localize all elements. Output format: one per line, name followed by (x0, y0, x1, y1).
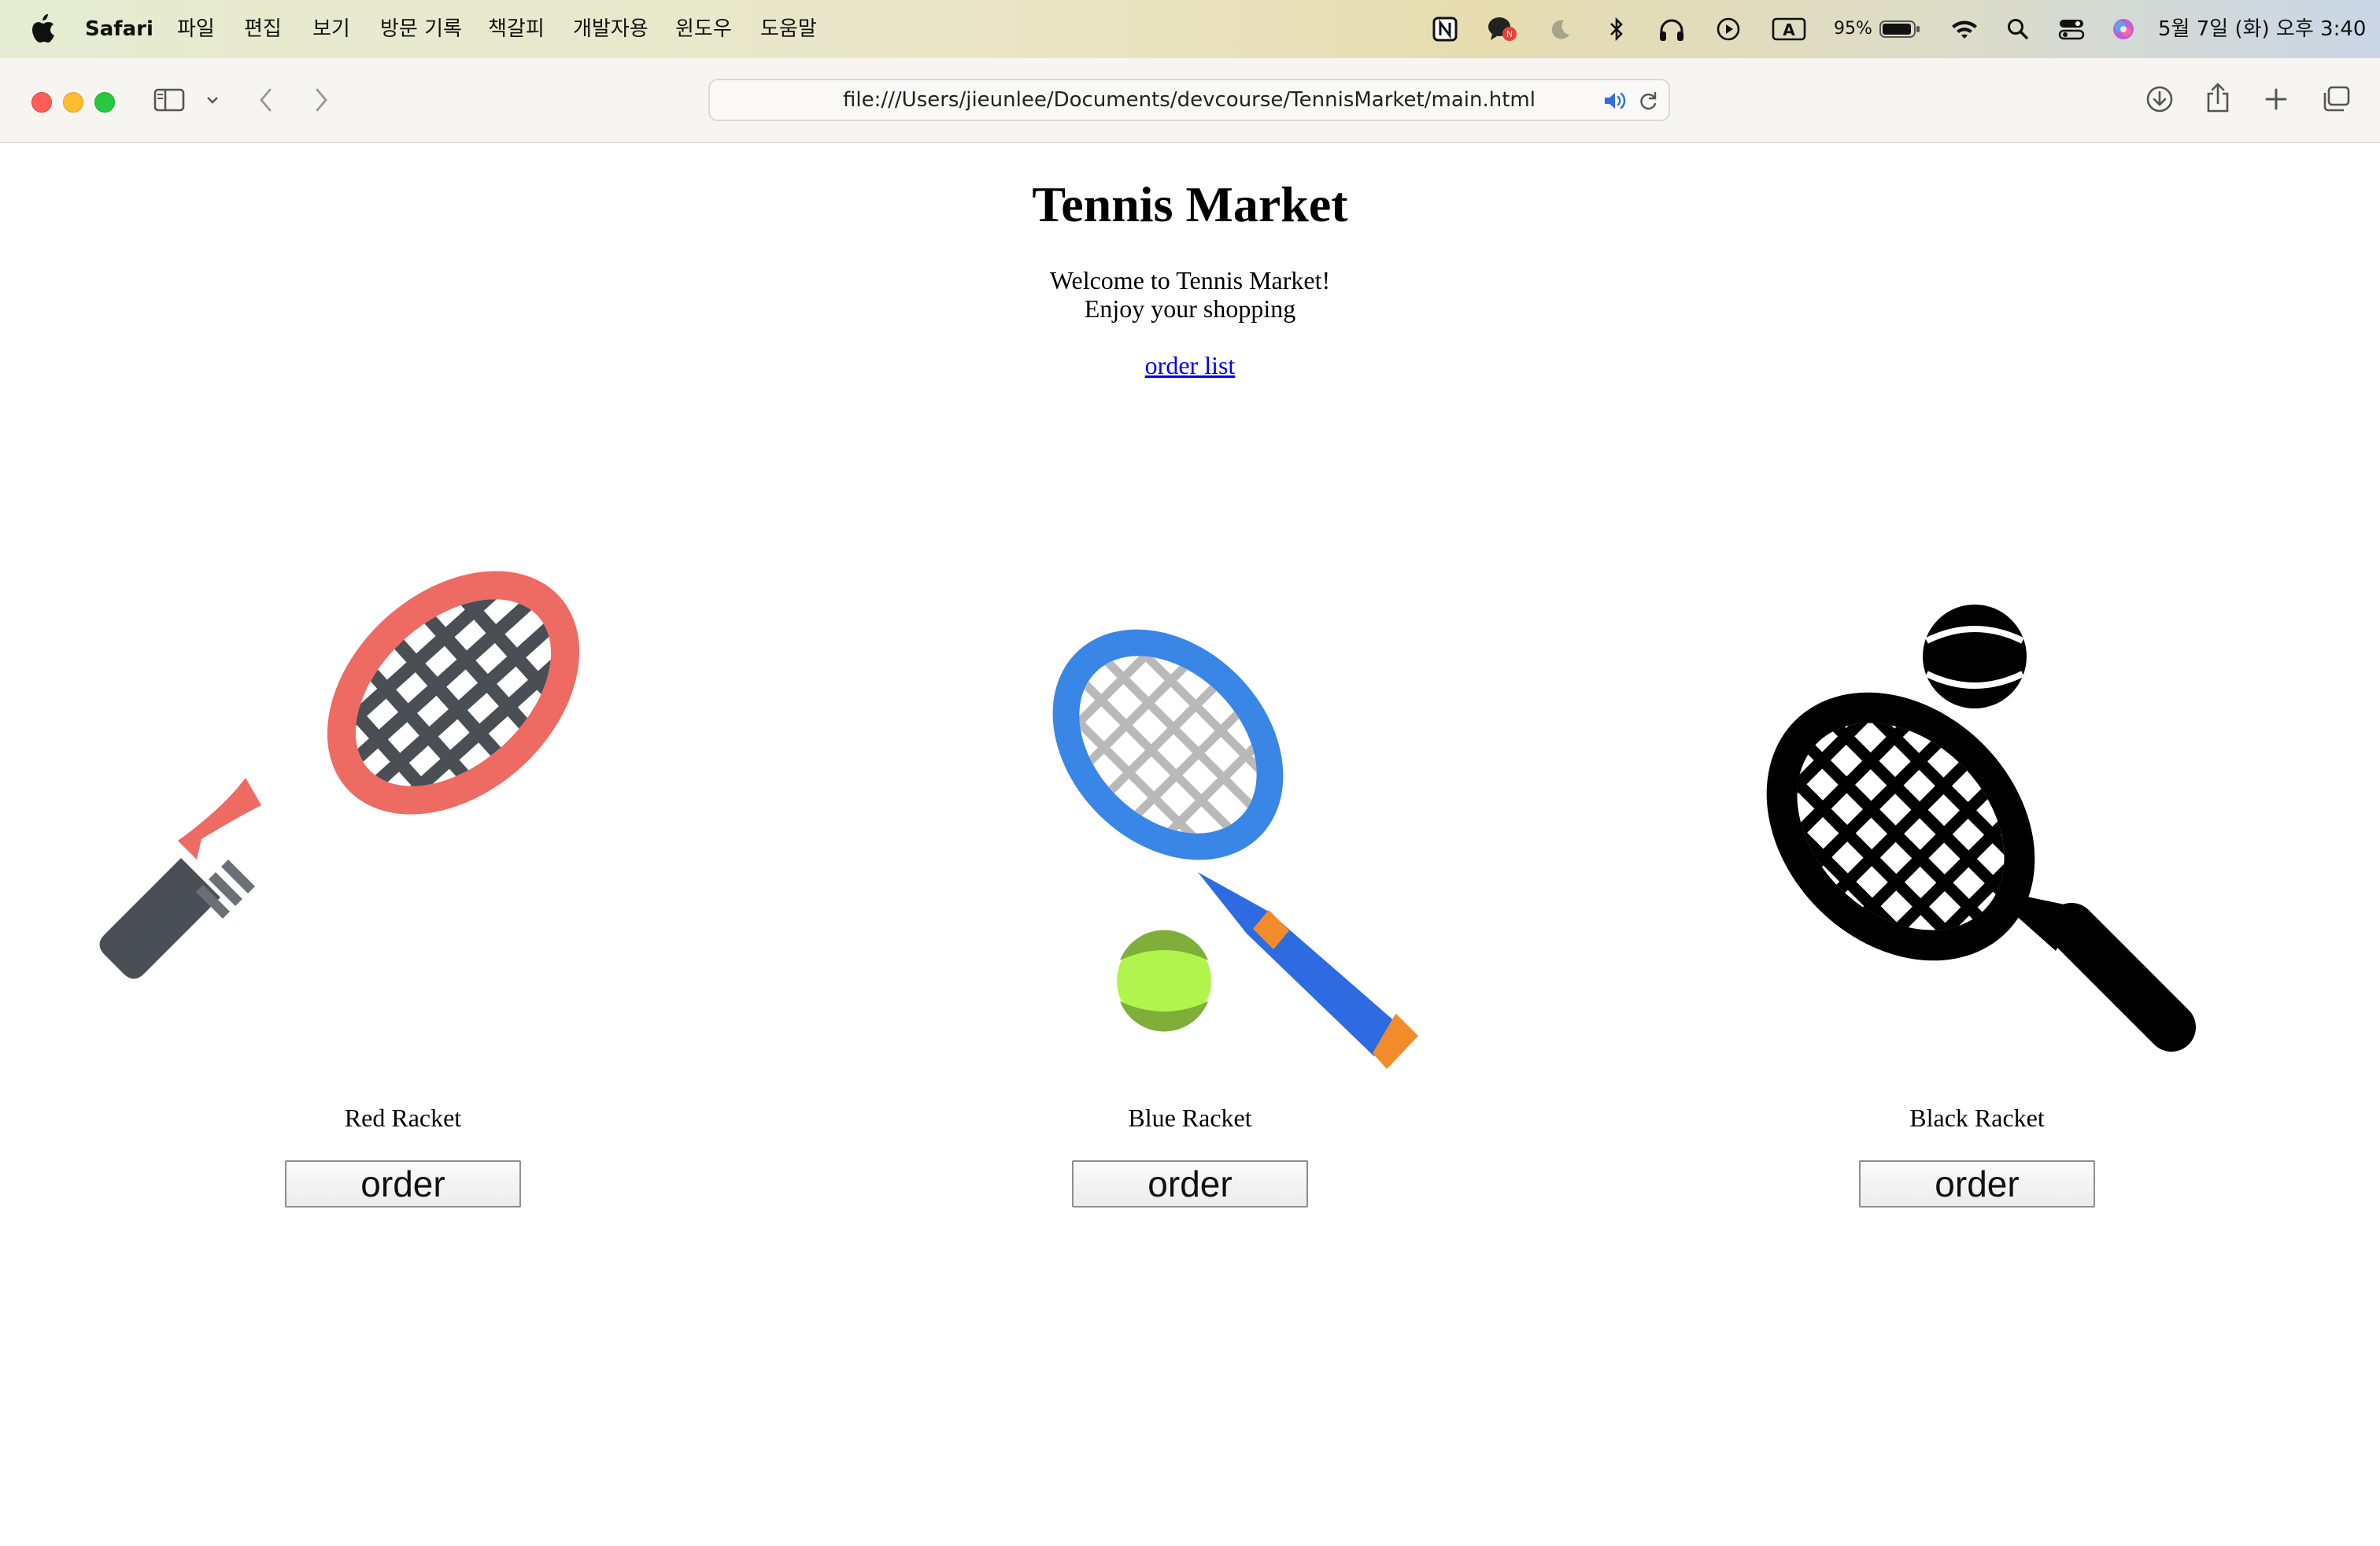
menu-window[interactable]: 윈도우 (675, 16, 732, 43)
order-button-red[interactable]: order (285, 1160, 521, 1208)
spotlight-search-icon[interactable] (2004, 14, 2032, 44)
headphones-icon[interactable] (1656, 14, 1687, 44)
red-racket-image[interactable] (9, 447, 796, 1093)
svg-text:A: A (1783, 20, 1795, 39)
menu-develop[interactable]: 개발자용 (573, 16, 649, 43)
order-list-link[interactable]: order list (1145, 351, 1236, 379)
subtitle-text: Enjoy your shopping (1084, 294, 1296, 323)
close-window-button[interactable] (31, 92, 52, 113)
zoom-window-button[interactable] (94, 92, 115, 113)
menu-safari[interactable]: Safari (85, 16, 153, 43)
back-icon[interactable] (250, 83, 282, 117)
menu-help[interactable]: 도움말 (760, 16, 817, 43)
tabs-overview-icon[interactable] (2317, 82, 2355, 117)
chevron-down-icon[interactable] (201, 87, 224, 113)
sidebar-icon[interactable] (151, 82, 187, 118)
input-method-icon[interactable]: A (1771, 14, 1807, 44)
menu-edit[interactable]: 편집 (244, 16, 282, 43)
product-name: Black Racket (1909, 1104, 2045, 1132)
address-bar[interactable]: file:///Users/jieunlee/Documents/devcour… (708, 79, 1670, 121)
moon-icon[interactable] (1544, 14, 1576, 44)
play-icon[interactable] (1713, 14, 1744, 44)
order-button-blue[interactable]: order (1072, 1160, 1308, 1208)
siri-icon[interactable] (2108, 14, 2139, 44)
download-icon[interactable] (2142, 82, 2177, 117)
svg-text:N: N (1506, 29, 1513, 39)
forward-icon[interactable] (305, 83, 337, 117)
share-icon[interactable] (2201, 79, 2235, 117)
product-card-red: Red Racket order (9, 447, 796, 1219)
order-button-black[interactable]: order (1859, 1160, 2095, 1208)
wifi-icon[interactable] (1949, 14, 1980, 44)
battery-icon[interactable] (1878, 14, 1922, 44)
url-text[interactable]: file:///Users/jieunlee/Documents/devcour… (710, 80, 1669, 120)
blue-racket-image[interactable] (796, 447, 1584, 1093)
product-card-blue: Blue Racket order (796, 447, 1584, 1219)
black-racket-image[interactable] (1584, 447, 2371, 1093)
speaker-icon[interactable] (1602, 89, 1626, 113)
product-card-black: Black Racket order (1584, 447, 2371, 1219)
menu-bar: Safari 파일 편집 보기 방문 기록 책갈피 개발자용 윈도우 도움말 N… (0, 0, 2380, 58)
web-page: Tennis Market Welcome to Tennis Market! … (0, 143, 2380, 1546)
menu-bookmarks[interactable]: 책갈피 (488, 16, 545, 43)
product-name: Blue Racket (1128, 1104, 1252, 1132)
product-name: Red Racket (344, 1104, 462, 1132)
menu-view[interactable]: 보기 (312, 16, 350, 43)
new-tab-icon[interactable] (2259, 82, 2293, 117)
battery-percent: 95% (1834, 19, 1872, 39)
notion-icon[interactable] (1431, 14, 1459, 44)
clock[interactable]: 5월 7일 (화) 오후 3:40 (2158, 16, 2366, 43)
apple-logo-icon[interactable] (30, 13, 57, 45)
control-center-icon[interactable] (2056, 14, 2087, 44)
messenger-icon[interactable]: N (1486, 14, 1517, 44)
minimize-window-button[interactable] (63, 92, 83, 113)
bluetooth-icon[interactable] (1602, 14, 1631, 44)
page-title: Tennis Market (1032, 176, 1348, 232)
browser-toolbar: file:///Users/jieunlee/Documents/devcour… (0, 58, 2380, 143)
order-list-container: order list (0, 351, 2380, 379)
welcome-text: Welcome to Tennis Market! (1049, 266, 1331, 294)
reload-icon[interactable] (1637, 89, 1661, 113)
menu-file[interactable]: 파일 (177, 16, 215, 43)
menu-history[interactable]: 방문 기록 (380, 16, 462, 43)
